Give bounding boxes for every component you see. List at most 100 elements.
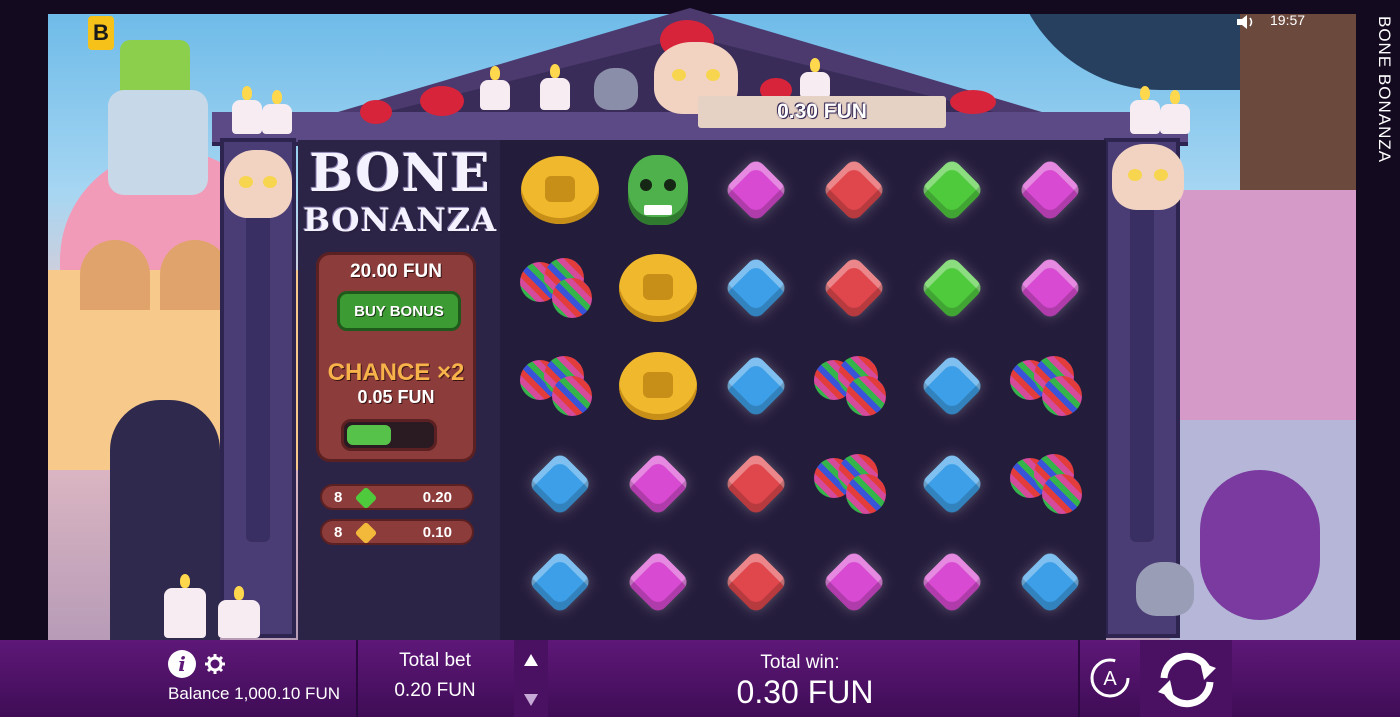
total-bet-value: 0.20 FUN <box>394 680 476 701</box>
reel-cell <box>909 539 995 625</box>
svg-text:A: A <box>1103 668 1117 690</box>
reel-cell <box>713 343 799 429</box>
green-gem-symbol <box>919 157 985 223</box>
reel-cell <box>615 441 701 527</box>
reel-cell <box>517 539 603 625</box>
bonus-price: 20.00 FUN <box>350 261 442 282</box>
reel-cell <box>713 441 799 527</box>
reel-cell <box>909 441 995 527</box>
skull-ornament <box>224 150 292 218</box>
red-gem-symbol <box>723 451 789 517</box>
magenta-gem-symbol <box>919 549 985 615</box>
magenta-gem-symbol <box>821 549 887 615</box>
reel-cell <box>1007 245 1093 331</box>
game-screen: 0.30 FUN BONE BONANZA 20.00 FUN BUY BONU… <box>0 0 1400 717</box>
skull-ornament <box>1112 144 1184 210</box>
magenta-gem-symbol <box>625 451 691 517</box>
chance-label: CHANCE ×2 <box>327 359 465 386</box>
skull-statue <box>108 90 208 195</box>
paytable-row: 8 0.10 <box>320 519 474 545</box>
red-gem-symbol <box>723 549 789 615</box>
toggle-knob <box>347 425 391 445</box>
logo-line-2: BONANZA <box>302 201 498 239</box>
bet-increase-button[interactable] <box>524 654 538 666</box>
sun-mask-symbol <box>619 254 697 322</box>
maracas-symbol <box>814 454 894 514</box>
reel-cell <box>517 245 603 331</box>
total-bet-label: Total bet <box>399 650 471 671</box>
dark-border-left <box>0 0 48 640</box>
rose <box>950 90 996 114</box>
magenta-gem-symbol <box>625 549 691 615</box>
arch <box>80 240 150 310</box>
blue-gem-symbol <box>919 353 985 419</box>
blue-gem-symbol <box>527 451 593 517</box>
autoplay-icon[interactable]: A <box>1088 656 1132 700</box>
maracas-symbol <box>1010 356 1090 416</box>
reel-cell <box>811 147 897 233</box>
maracas-symbol <box>1010 454 1090 514</box>
reel-cell <box>811 539 897 625</box>
sound-icon[interactable] <box>1237 14 1257 30</box>
reel-cell <box>1007 441 1093 527</box>
reel-cell <box>517 441 603 527</box>
buy-bonus-button[interactable]: BUY BONUS <box>337 291 461 331</box>
logo-line-1: BONE <box>309 143 491 204</box>
green-skull-symbol <box>628 155 688 225</box>
candle <box>800 58 830 98</box>
bet-stepper <box>514 640 548 717</box>
game-logo: BONE BONANZA <box>302 143 498 239</box>
win-banner: 0.30 FUN <box>698 96 946 128</box>
reel-cell <box>615 245 701 331</box>
pillar-groove <box>1130 202 1154 542</box>
reel-cell <box>909 245 995 331</box>
candle <box>262 90 292 134</box>
reel-cell <box>909 343 995 429</box>
spin-icon[interactable] <box>1152 648 1222 710</box>
magenta-gem-symbol <box>723 157 789 223</box>
chance-price: 0.05 FUN <box>357 387 435 407</box>
info-icon[interactable]: i <box>168 650 196 678</box>
small-skull <box>594 68 638 110</box>
sun-mask-symbol <box>521 156 599 224</box>
maracas-symbol <box>520 356 600 416</box>
reel-cell <box>811 441 897 527</box>
reel-cell <box>615 343 701 429</box>
blue-gem-symbol <box>723 353 789 419</box>
rose <box>360 100 392 124</box>
reel-cell <box>1007 539 1093 625</box>
small-skull <box>1136 562 1194 616</box>
balance-display: Balance 1,000.10 FUN <box>168 684 340 703</box>
paytable-count: 8 <box>334 489 343 506</box>
total-win-label: Total win: <box>760 652 840 673</box>
yellow-gem-icon <box>354 521 378 545</box>
candle <box>1160 90 1190 134</box>
paytable-amount: 0.20 <box>422 489 452 506</box>
reel-cell <box>811 245 897 331</box>
chance-toggle[interactable] <box>341 419 437 451</box>
green-gem-symbol <box>919 255 985 321</box>
reel-cell <box>713 147 799 233</box>
reel-cell <box>713 539 799 625</box>
blue-gem-symbol <box>1017 549 1083 615</box>
reel-cell <box>811 343 897 429</box>
divider <box>356 640 358 717</box>
candle <box>540 64 570 110</box>
green-gem-icon <box>354 486 378 510</box>
magenta-gem-symbol <box>1017 255 1083 321</box>
gear-icon[interactable] <box>205 654 225 674</box>
reel-cell <box>1007 147 1093 233</box>
maracas-symbol <box>814 356 894 416</box>
reel-cell <box>713 245 799 331</box>
guitar <box>1200 470 1320 620</box>
bet-decrease-button[interactable] <box>524 694 538 706</box>
candle <box>164 574 206 638</box>
bottom-bar: i Balance 1,000.10 FUN Total bet 0.20 FU… <box>0 640 1400 717</box>
candle <box>232 86 262 134</box>
red-gem-symbol <box>821 157 887 223</box>
magenta-gem-symbol <box>1017 157 1083 223</box>
game-title: BONE BONANZA <box>1375 16 1394 164</box>
blue-gem-symbol <box>527 549 593 615</box>
sun-mask-symbol <box>619 352 697 420</box>
reel-cell <box>615 147 701 233</box>
